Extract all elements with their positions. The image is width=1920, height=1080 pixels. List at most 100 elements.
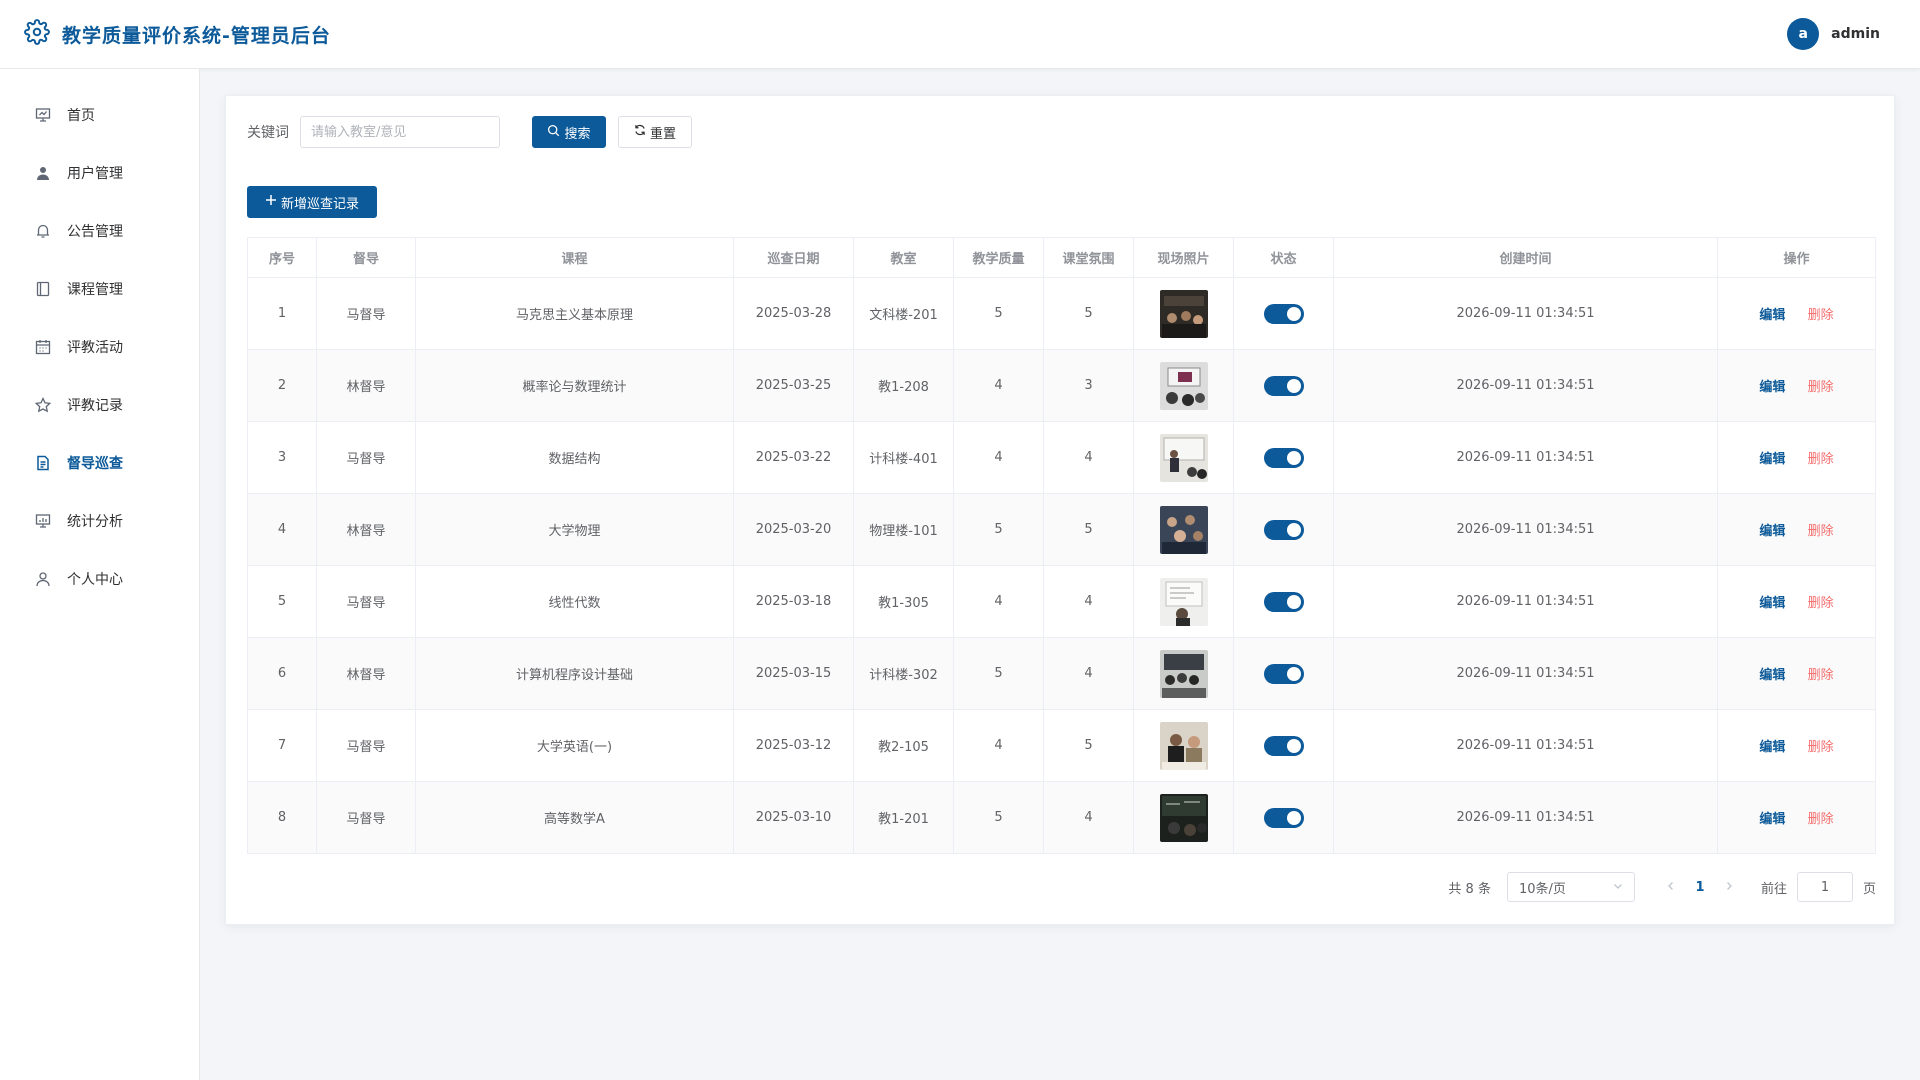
keyword-input[interactable]	[300, 116, 500, 148]
sidebar-item-users[interactable]: 用户管理	[0, 144, 199, 202]
edit-button[interactable]: 编辑	[1759, 308, 1785, 323]
site-photo-thumbnail[interactable]	[1159, 289, 1208, 338]
cell-course: 数据结构	[415, 421, 734, 494]
page-number-current[interactable]: 1	[1683, 880, 1717, 895]
delete-button[interactable]: 删除	[1808, 668, 1834, 683]
column-header-course: 课程	[415, 237, 734, 278]
cell-room: 计科楼-302	[853, 637, 954, 710]
cell-quality: 4	[953, 565, 1044, 638]
column-header-no: 序号	[247, 237, 317, 278]
sidebar-item-inspection[interactable]: 督导巡查	[0, 434, 199, 492]
reset-button[interactable]: 重置	[618, 116, 692, 148]
cell-atmosphere: 5	[1043, 493, 1134, 566]
cell-supervisor: 林督导	[316, 349, 416, 422]
status-toggle[interactable]	[1263, 519, 1304, 540]
delete-button[interactable]: 删除	[1808, 308, 1834, 323]
cell-atmosphere: 4	[1043, 565, 1134, 638]
username[interactable]: admin	[1831, 26, 1880, 42]
status-toggle[interactable]	[1263, 663, 1304, 684]
cell-no: 4	[247, 493, 317, 566]
delete-button[interactable]: 删除	[1808, 812, 1834, 827]
sidebar-item-label: 评教记录	[67, 398, 123, 414]
site-photo-thumbnail[interactable]	[1159, 649, 1208, 698]
edit-button[interactable]: 编辑	[1759, 596, 1785, 611]
site-photo-thumbnail[interactable]	[1159, 505, 1208, 554]
prev-page-button[interactable]	[1659, 880, 1683, 895]
delete-button[interactable]: 删除	[1808, 596, 1834, 611]
cell-quality: 4	[953, 349, 1044, 422]
inspection-table: 序号 督导 课程 巡查日期 教室 教学质量 课堂氛围 现场照片 状态 创建时间 …	[247, 237, 1876, 854]
sidebar-item-notices[interactable]: 公告管理	[0, 202, 199, 260]
cell-actions: 编辑 删除	[1717, 349, 1876, 422]
sidebar-item-label: 统计分析	[67, 514, 123, 530]
next-page-button[interactable]	[1717, 880, 1741, 895]
sidebar-item-statistics[interactable]: 统计分析	[0, 492, 199, 550]
cell-actions: 编辑 删除	[1717, 709, 1876, 782]
cell-room: 教1-305	[853, 565, 954, 638]
cell-no: 5	[247, 565, 317, 638]
column-header-photo: 现场照片	[1133, 237, 1234, 278]
status-toggle[interactable]	[1263, 807, 1304, 828]
sidebar-item-courses[interactable]: 课程管理	[0, 260, 199, 318]
user-menu[interactable]: a admin	[1787, 18, 1880, 50]
site-photo-thumbnail[interactable]	[1159, 721, 1208, 770]
sidebar-item-records[interactable]: 评教记录	[0, 376, 199, 434]
edit-button[interactable]: 编辑	[1759, 524, 1785, 539]
user-icon	[34, 164, 52, 182]
status-toggle[interactable]	[1263, 735, 1304, 756]
edit-button[interactable]: 编辑	[1759, 812, 1785, 827]
cell-room: 教1-201	[853, 781, 954, 854]
cell-photo	[1133, 709, 1234, 782]
cell-status	[1233, 565, 1334, 638]
cell-room: 文科楼-201	[853, 277, 954, 350]
delete-button[interactable]: 删除	[1808, 452, 1834, 467]
cell-status	[1233, 709, 1334, 782]
site-photo-thumbnail[interactable]	[1159, 361, 1208, 410]
column-header-room: 教室	[853, 237, 954, 278]
table-row: 5 马督导 线性代数 2025-03-18 教1-305 4 4 2026-09…	[247, 565, 1876, 638]
cell-quality: 5	[953, 637, 1044, 710]
edit-button[interactable]: 编辑	[1759, 452, 1785, 467]
delete-button[interactable]: 删除	[1808, 740, 1834, 755]
page-size-select[interactable]: 10条/页	[1506, 872, 1635, 902]
column-header-status: 状态	[1233, 237, 1334, 278]
presentation-board-icon	[34, 106, 52, 124]
cell-photo	[1133, 277, 1234, 350]
document-icon	[34, 454, 52, 472]
chevron-right-icon	[1727, 881, 1732, 890]
cell-no: 1	[247, 277, 317, 350]
cell-quality: 4	[953, 421, 1044, 494]
cell-course: 大学物理	[415, 493, 734, 566]
column-header-created: 创建时间	[1333, 237, 1718, 278]
sidebar-item-activities[interactable]: 评教活动	[0, 318, 199, 376]
site-photo-thumbnail[interactable]	[1159, 793, 1208, 842]
add-inspection-button[interactable]: 新增巡查记录	[247, 186, 377, 218]
status-toggle[interactable]	[1263, 375, 1304, 396]
book-icon	[34, 280, 52, 298]
search-icon	[547, 124, 560, 141]
status-toggle[interactable]	[1263, 591, 1304, 612]
site-photo-thumbnail[interactable]	[1159, 433, 1208, 482]
table-row: 2 林督导 概率论与数理统计 2025-03-25 教1-208 4 3 202…	[247, 349, 1876, 422]
status-toggle[interactable]	[1263, 447, 1304, 468]
column-header-quality: 教学质量	[953, 237, 1044, 278]
cell-room: 教1-208	[853, 349, 954, 422]
app-title: 教学质量评价系统-管理员后台	[62, 24, 331, 47]
edit-button[interactable]: 编辑	[1759, 740, 1785, 755]
site-photo-thumbnail[interactable]	[1159, 577, 1208, 626]
pagination: 共 8 条 10条/页 1 前往 页	[1448, 872, 1876, 902]
avatar[interactable]: a	[1787, 18, 1820, 50]
cell-course: 计算机程序设计基础	[415, 637, 734, 710]
sidebar-item-home[interactable]: 首页	[0, 86, 199, 144]
user-outline-icon	[34, 570, 52, 588]
delete-button[interactable]: 删除	[1808, 524, 1834, 539]
cell-actions: 编辑 删除	[1717, 565, 1876, 638]
goto-page-input[interactable]	[1796, 872, 1853, 902]
edit-button[interactable]: 编辑	[1759, 380, 1785, 395]
delete-button[interactable]: 删除	[1808, 380, 1834, 395]
cell-no: 6	[247, 637, 317, 710]
edit-button[interactable]: 编辑	[1759, 668, 1785, 683]
status-toggle[interactable]	[1263, 303, 1304, 324]
search-button[interactable]: 搜索	[532, 116, 606, 148]
sidebar-item-profile[interactable]: 个人中心	[0, 550, 199, 608]
